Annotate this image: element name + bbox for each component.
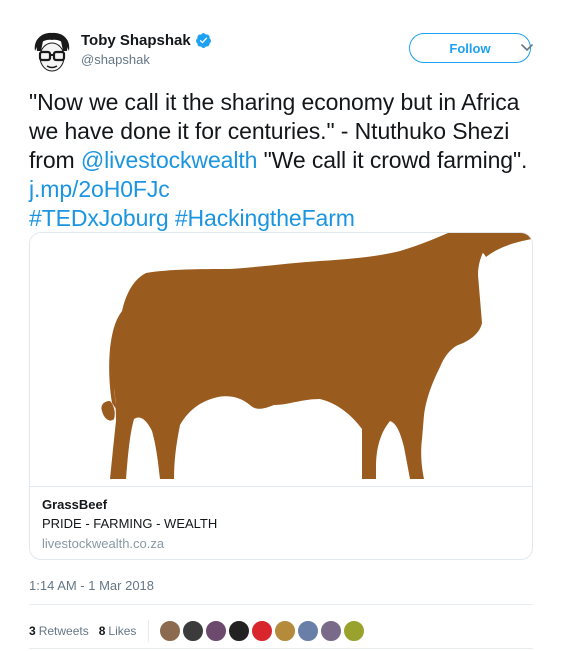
tweet-text: "Now we call it the sharing economy but … <box>29 88 539 233</box>
liker-avatar[interactable] <box>297 620 320 642</box>
liker-avatar[interactable] <box>274 620 297 642</box>
liker-avatar[interactable] <box>205 620 228 642</box>
retweets-count: 3 <box>29 624 36 638</box>
likes-count: 8 <box>98 624 106 638</box>
liker-avatar[interactable] <box>159 620 182 642</box>
retweets-stat[interactable]: 3 Retweets <box>29 624 89 638</box>
verified-badge-icon <box>195 33 211 48</box>
card-title: GrassBeef <box>42 497 108 512</box>
card-domain: livestockwealth.co.za <box>42 536 165 551</box>
divider <box>29 648 533 649</box>
url-link[interactable]: j.mp/2oH0FJc <box>29 176 170 202</box>
cow-silhouette-icon <box>101 233 532 479</box>
liker-avatar[interactable] <box>251 620 274 642</box>
link-card[interactable]: GrassBeef PRIDE - FARMING - WEALTH lives… <box>29 232 533 560</box>
divider <box>29 604 533 605</box>
hashtag-link[interactable]: #HackingtheFarm <box>175 205 355 231</box>
stats-divider <box>148 620 150 642</box>
liker-avatars <box>159 620 366 642</box>
tweet: Toby Shapshak @shapshak Follow "Now we c… <box>0 0 566 651</box>
user-name-text: Toby Shapshak <box>81 32 191 49</box>
likes-stat[interactable]: 8 Likes <box>99 624 137 638</box>
user-handle[interactable]: @shapshak <box>81 52 150 67</box>
liker-avatar[interactable] <box>320 620 343 642</box>
avatar[interactable] <box>29 29 75 75</box>
chevron-down-icon[interactable] <box>519 40 535 56</box>
tweet-text-part: "We call it crowd farming". <box>257 147 528 173</box>
avatar-illustration-icon <box>29 29 75 75</box>
liker-avatar[interactable] <box>228 620 251 642</box>
liker-avatar[interactable] <box>343 620 366 642</box>
user-name[interactable]: Toby Shapshak <box>81 32 212 49</box>
mention-link[interactable]: @livestockwealth <box>81 147 258 173</box>
card-image <box>30 233 532 485</box>
tweet-timestamp[interactable]: 1:14 AM - 1 Mar 2018 <box>29 578 154 593</box>
likes-label: Likes <box>108 624 137 638</box>
liker-avatar[interactable] <box>182 620 205 642</box>
tweet-stats: 3 Retweets 8 Likes <box>29 620 366 642</box>
retweets-label: Retweets <box>38 624 89 638</box>
hashtag-link[interactable]: #TEDxJoburg <box>29 205 169 231</box>
follow-button[interactable]: Follow <box>409 33 531 63</box>
card-divider <box>30 486 532 487</box>
card-description: PRIDE - FARMING - WEALTH <box>42 516 218 531</box>
